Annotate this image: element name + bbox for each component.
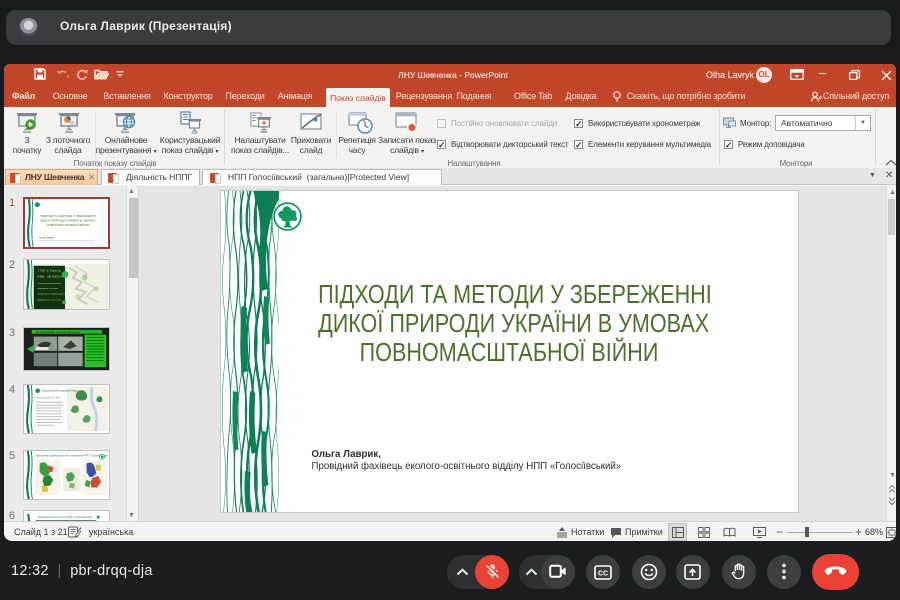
svg-text:Відновлення екосистем: Відновлення екосистем — [38, 298, 62, 301]
svg-text:Збереження біорізноманіття: Збереження біорізноманіття — [38, 293, 66, 296]
svg-text:1 500 га. Кирзели: 1 500 га. Кирзели — [38, 269, 62, 273]
svg-text:6 096... +80 СООО га: 6 096... +80 СООО га — [38, 275, 63, 278]
svg-text:ПОВНОМАСШТАБНОЇ ВІЙНИ: ПОВНОМАСШТАБНОЇ ВІЙНИ — [47, 223, 89, 227]
svg-text:Ольга Лаврик,: Ольга Лаврик, — [38, 236, 55, 239]
svg-text:CC: CC — [598, 570, 608, 577]
svg-text:Створення екологічних: Створення екологічних — [38, 282, 62, 285]
svg-text:Голосіївський ліс. Київ: Голосіївський ліс. Київ — [36, 396, 61, 399]
svg-text:маршрутів та стежок: маршрутів та стежок — [38, 287, 59, 290]
svg-text:Природоохоронні об'єкти НПП «Г: Природоохоронні об'єкти НПП «Голосіївськ… — [38, 516, 94, 519]
svg-text:За об'єктивними ознаками обсте: За об'єктивними ознаками обстежень — [36, 331, 81, 334]
svg-text:Національний природний парк: Національний природний парк — [42, 390, 79, 393]
svg-text:Картосхема функціонального зон: Картосхема функціонального зонування НПП… — [36, 455, 109, 458]
